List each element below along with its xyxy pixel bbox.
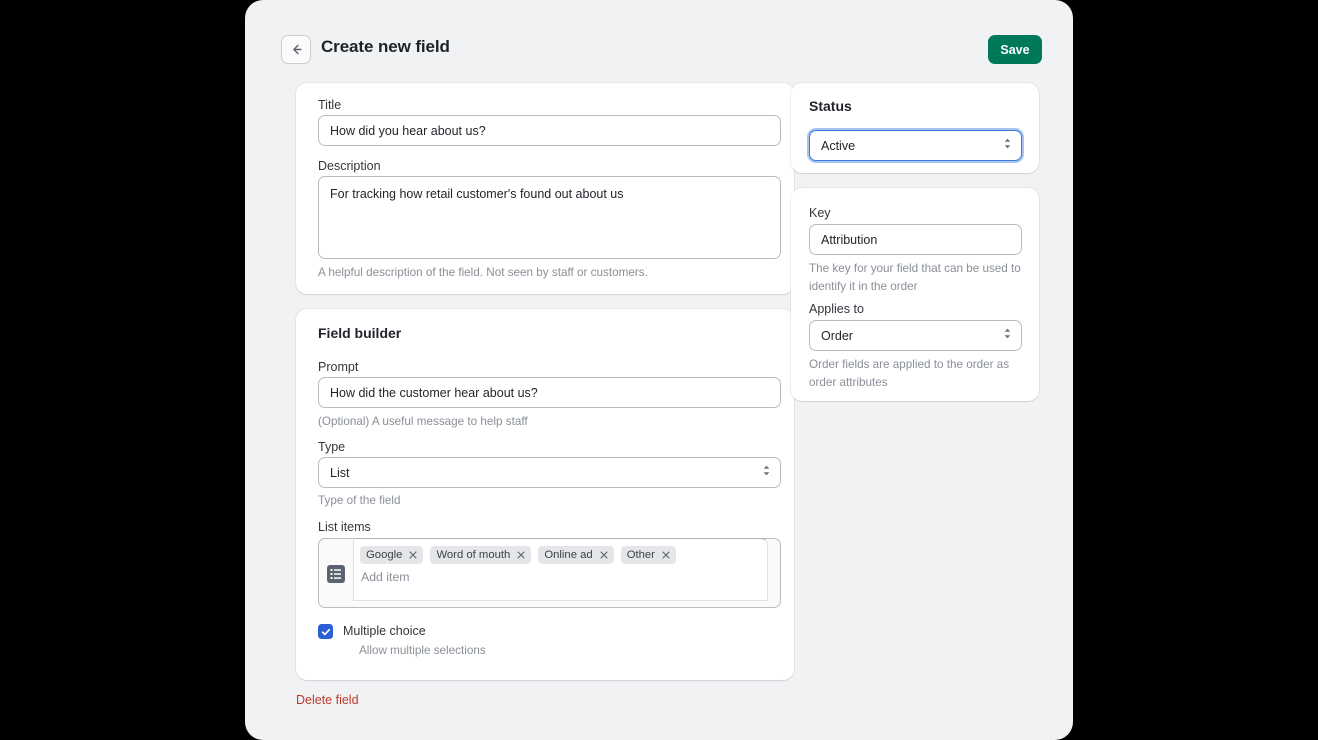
close-icon[interactable] bbox=[517, 551, 525, 559]
multiple-choice-label: Multiple choice bbox=[343, 624, 426, 638]
type-help-text: Type of the field bbox=[318, 494, 401, 507]
list-item-tag-label: Word of mouth bbox=[436, 549, 511, 561]
prompt-help-text: (Optional) A useful message to help staf… bbox=[318, 415, 528, 428]
key-applies-card: Key The key for your field that can be u… bbox=[791, 188, 1039, 401]
prompt-label: Prompt bbox=[318, 360, 359, 374]
check-icon bbox=[321, 628, 330, 635]
add-item-input[interactable] bbox=[361, 570, 741, 584]
description-help-text: A helpful description of the field. Not … bbox=[318, 266, 648, 279]
status-title: Status bbox=[809, 98, 852, 114]
prompt-input[interactable] bbox=[318, 377, 781, 408]
close-icon[interactable] bbox=[600, 551, 608, 559]
key-help-text: The key for your field that can be used … bbox=[809, 262, 1021, 294]
status-card: Status Active bbox=[791, 83, 1039, 173]
description-textarea[interactable] bbox=[318, 176, 781, 259]
close-icon[interactable] bbox=[409, 551, 417, 559]
applies-to-label: Applies to bbox=[809, 302, 864, 316]
arrow-left-icon bbox=[290, 43, 303, 56]
status-select[interactable]: Active bbox=[809, 130, 1022, 161]
create-field-modal: Create new field Save Title Description … bbox=[245, 0, 1073, 740]
list-items-tags: Google Word of mouth Online ad Other bbox=[360, 546, 676, 564]
multiple-choice-help-text: Allow multiple selections bbox=[359, 644, 486, 657]
list-items-box: Google Word of mouth Online ad Other bbox=[318, 538, 781, 608]
key-input[interactable] bbox=[809, 224, 1022, 255]
save-button[interactable]: Save bbox=[988, 35, 1042, 64]
list-item-tag: Other bbox=[620, 546, 676, 564]
type-select[interactable]: List bbox=[318, 457, 781, 488]
applies-to-select[interactable]: Order bbox=[809, 320, 1022, 351]
title-input[interactable] bbox=[318, 115, 781, 146]
list-items-inner: Google Word of mouth Online ad Other bbox=[353, 538, 768, 601]
applies-to-help-text: Order fields are applied to the order as… bbox=[809, 358, 1010, 390]
delete-field-link[interactable]: Delete field bbox=[296, 693, 359, 707]
close-icon[interactable] bbox=[662, 551, 670, 559]
list-item-tag: Google bbox=[360, 546, 424, 564]
page-title: Create new field bbox=[321, 37, 450, 56]
basic-info-card: Title Description A helpful description … bbox=[296, 83, 794, 294]
applies-to-select-value: Order bbox=[821, 328, 853, 343]
list-item-tag-label: Google bbox=[366, 549, 403, 561]
list-item-tag: Online ad bbox=[538, 546, 614, 564]
title-label: Title bbox=[318, 98, 342, 112]
multiple-choice-checkbox[interactable] bbox=[318, 624, 333, 639]
back-button[interactable] bbox=[281, 35, 311, 64]
key-label: Key bbox=[809, 206, 831, 220]
field-builder-title: Field builder bbox=[318, 325, 402, 341]
list-item-tag-label: Online ad bbox=[544, 549, 593, 561]
status-select-value: Active bbox=[821, 138, 856, 153]
type-select-value: List bbox=[330, 465, 350, 480]
list-item-tag: Word of mouth bbox=[430, 546, 532, 564]
type-label: Type bbox=[318, 440, 346, 454]
list-icon bbox=[327, 565, 345, 583]
list-item-tag-label: Other bbox=[626, 549, 655, 561]
list-items-label: List items bbox=[318, 520, 371, 534]
field-builder-card: Field builder Prompt (Optional) A useful… bbox=[296, 309, 794, 680]
description-label: Description bbox=[318, 159, 381, 173]
